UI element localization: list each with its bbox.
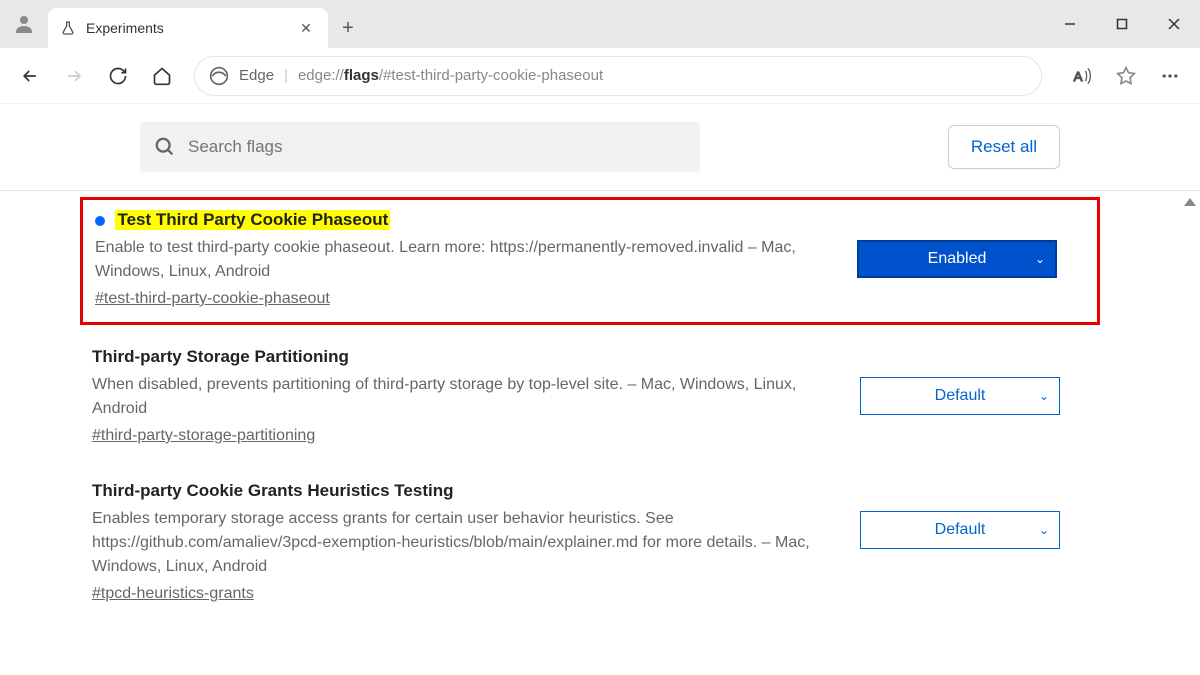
titlebar: Experiments ✕ + bbox=[0, 0, 1200, 48]
back-button[interactable] bbox=[10, 56, 50, 96]
toolbar: Edge | edge://flags/#test-third-party-co… bbox=[0, 48, 1200, 104]
url-display: edge://flags/#test-third-party-cookie-ph… bbox=[298, 67, 603, 84]
chevron-down-icon: ⌄ bbox=[1035, 252, 1045, 266]
flag-anchor-link[interactable]: #test-third-party-cookie-phaseout bbox=[95, 290, 837, 308]
flag-select-dropdown[interactable]: Enabled ⌄ bbox=[857, 240, 1057, 278]
browser-tab[interactable]: Experiments ✕ bbox=[48, 8, 328, 48]
address-separator: | bbox=[284, 67, 288, 84]
flag-description: Enable to test third-party cookie phaseo… bbox=[95, 236, 837, 284]
select-value: Default bbox=[935, 387, 986, 405]
forward-button bbox=[54, 56, 94, 96]
chevron-down-icon: ⌄ bbox=[1039, 389, 1049, 403]
select-value: Enabled bbox=[928, 250, 987, 268]
flag-title: Test Third Party Cookie Phaseout bbox=[115, 210, 390, 230]
flag-title: Third-party Storage Partitioning bbox=[92, 347, 349, 367]
scroll-up-arrow-icon[interactable] bbox=[1184, 198, 1196, 206]
flag-select-dropdown[interactable]: Default ⌄ bbox=[860, 511, 1060, 549]
read-aloud-button[interactable]: A bbox=[1062, 56, 1102, 96]
tab-close-button[interactable]: ✕ bbox=[296, 18, 316, 38]
flag-description: When disabled, prevents partitioning of … bbox=[92, 373, 840, 421]
refresh-button[interactable] bbox=[98, 56, 138, 96]
flag-title: Third-party Cookie Grants Heuristics Tes… bbox=[92, 481, 453, 501]
flag-anchor-link[interactable]: #third-party-storage-partitioning bbox=[92, 427, 840, 445]
chevron-down-icon: ⌄ bbox=[1039, 523, 1049, 537]
flag-item: Third-party Cookie Grants Heuristics Tes… bbox=[0, 465, 1200, 623]
search-row: Reset all bbox=[0, 114, 1200, 191]
new-tab-button[interactable]: + bbox=[328, 8, 368, 48]
flag-anchor-link[interactable]: #tpcd-heuristics-grants bbox=[92, 585, 840, 603]
more-menu-button[interactable] bbox=[1150, 56, 1190, 96]
flask-icon bbox=[60, 20, 76, 36]
search-icon bbox=[154, 136, 176, 158]
toolbar-right: A bbox=[1062, 56, 1190, 96]
reset-all-button[interactable]: Reset all bbox=[948, 125, 1060, 169]
home-button[interactable] bbox=[142, 56, 182, 96]
flag-description: Enables temporary storage access grants … bbox=[92, 507, 840, 579]
address-bar[interactable]: Edge | edge://flags/#test-third-party-co… bbox=[194, 56, 1042, 96]
flags-list: Test Third Party Cookie Phaseout Enable … bbox=[0, 197, 1200, 623]
profile-icon[interactable] bbox=[0, 0, 48, 48]
select-value: Default bbox=[935, 521, 986, 539]
flag-select-dropdown[interactable]: Default ⌄ bbox=[860, 377, 1060, 415]
modified-dot-icon bbox=[95, 216, 105, 226]
minimize-button[interactable] bbox=[1044, 0, 1096, 48]
favorite-button[interactable] bbox=[1106, 56, 1146, 96]
flag-item: Third-party Storage Partitioning When di… bbox=[0, 331, 1200, 465]
svg-text:A: A bbox=[1074, 69, 1083, 84]
page-content: Reset all Test Third Party Cookie Phaseo… bbox=[0, 104, 1200, 675]
maximize-button[interactable] bbox=[1096, 0, 1148, 48]
close-window-button[interactable] bbox=[1148, 0, 1200, 48]
flag-item-highlighted: Test Third Party Cookie Phaseout Enable … bbox=[80, 197, 1100, 325]
tab-title: Experiments bbox=[86, 20, 296, 36]
search-input[interactable] bbox=[188, 137, 686, 157]
edge-logo-icon bbox=[209, 66, 229, 86]
edge-label: Edge bbox=[239, 67, 274, 84]
search-box[interactable] bbox=[140, 122, 700, 172]
window-controls bbox=[1044, 0, 1200, 48]
